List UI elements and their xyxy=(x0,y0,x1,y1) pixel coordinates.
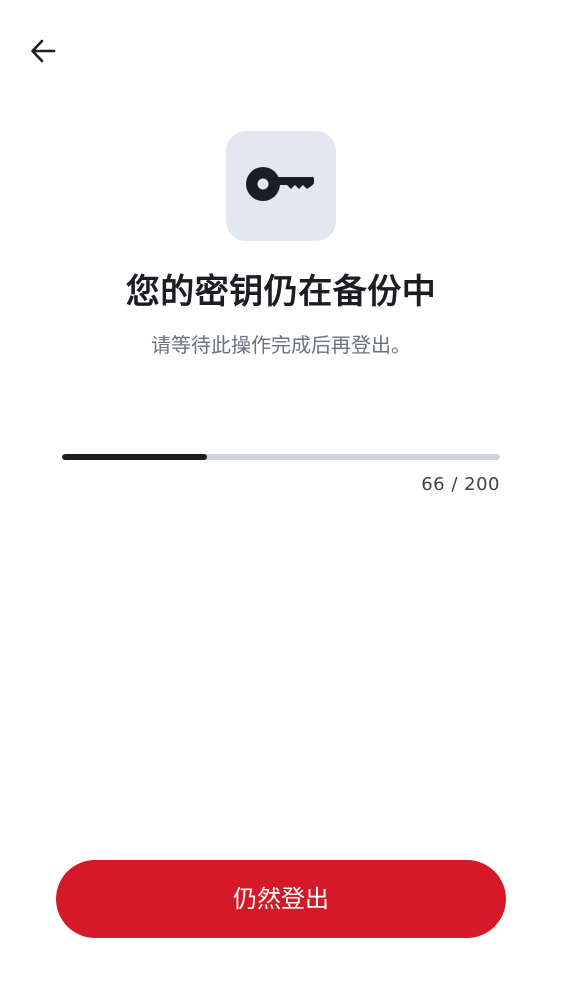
progress-total: 200 xyxy=(464,474,500,495)
backup-progress-fill xyxy=(62,454,207,460)
arrow-left-icon xyxy=(30,38,56,64)
backup-progress-count: 66 / 200 xyxy=(421,473,500,497)
backup-progress-bar xyxy=(62,454,500,460)
page-title: 您的密钥仍在备份中 xyxy=(125,272,437,312)
progress-separator: / xyxy=(445,474,465,495)
page-subtitle: 请等待此操作完成后再登出。 xyxy=(151,333,411,357)
key-icon xyxy=(246,164,316,208)
back-button[interactable] xyxy=(22,30,64,72)
progress-current: 66 xyxy=(421,474,446,495)
key-icon-tile xyxy=(226,131,336,241)
sign-out-anyway-button[interactable]: 仍然登出 xyxy=(56,860,506,938)
